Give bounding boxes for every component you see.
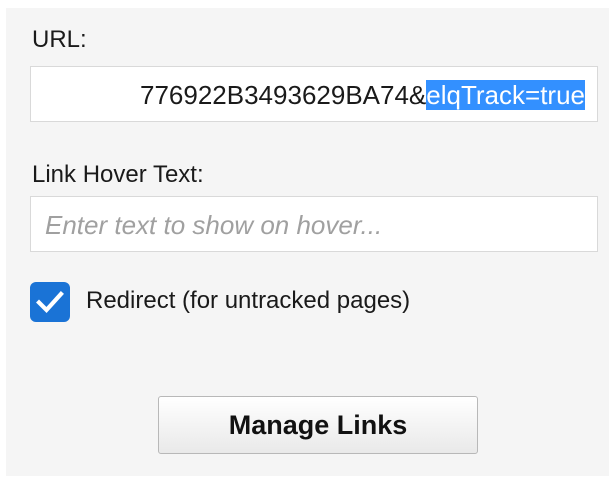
checkmark-icon [36, 291, 64, 314]
url-value-selected: elqTrack=true [426, 80, 585, 110]
url-label: URL: [32, 26, 87, 53]
redirect-checkbox[interactable] [30, 282, 70, 322]
link-hover-text-input[interactable]: Enter text to show on hover... [30, 196, 598, 252]
link-hover-text-label: Link Hover Text: [32, 161, 204, 188]
manage-links-button[interactable]: Manage Links [158, 396, 478, 454]
link-hover-text-placeholder: Enter text to show on hover... [45, 210, 383, 240]
redirect-label[interactable]: Redirect (for untracked pages) [86, 285, 410, 317]
url-input[interactable]: 776922B3493629BA74&elqTrack=true [30, 66, 598, 122]
url-value: 776922B3493629BA74&elqTrack=true [140, 79, 585, 111]
url-value-unselected: 776922B3493629BA74& [140, 80, 427, 110]
link-settings-panel: URL: 776922B3493629BA74&elqTrack=true Li… [6, 8, 609, 476]
